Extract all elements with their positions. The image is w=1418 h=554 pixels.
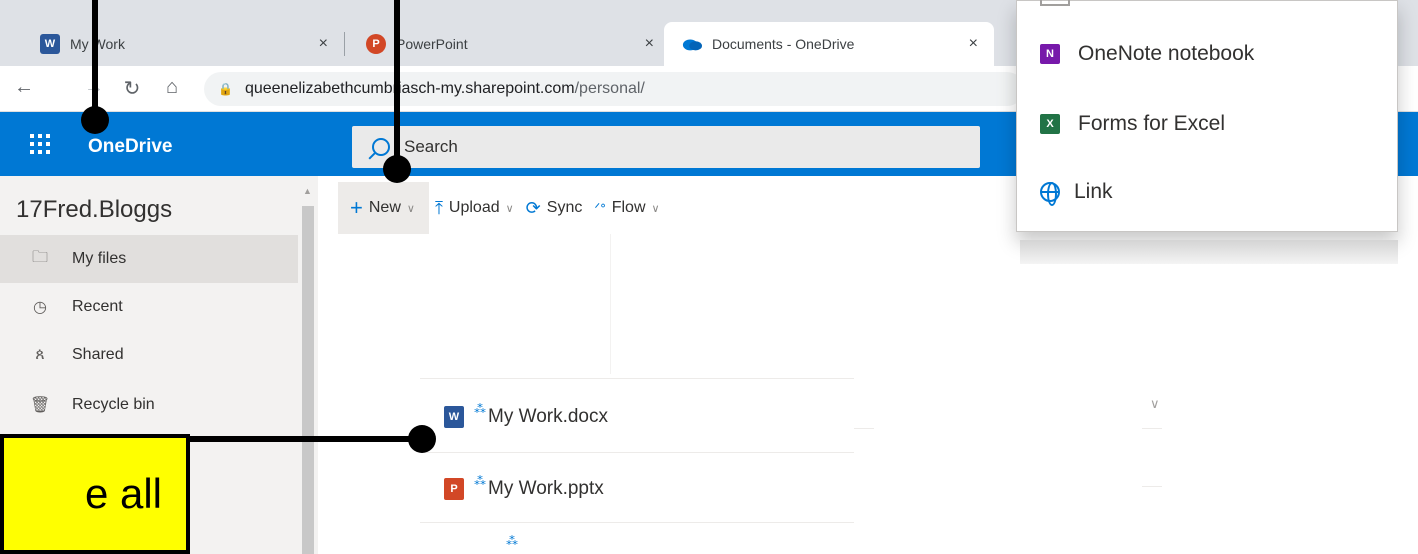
search-placeholder: Search — [404, 137, 458, 156]
tab-label: Documents - OneDrive — [712, 36, 855, 52]
sync-button[interactable]: ⟳ Sync — [520, 182, 589, 234]
new-file-spark-icon: ⁂ — [474, 402, 486, 416]
folder-icon: 🗀 — [31, 248, 48, 266]
address-bar[interactable]: 🔒 queenelizabethcumbriasch-my.sharepoint… — [204, 72, 1024, 106]
file-row-pptx[interactable]: P ⁂ My Work.pptx — [420, 458, 854, 520]
user-name: 17Fred.Bloggs — [16, 196, 173, 223]
menu-item-label: OneNote notebook — [1078, 42, 1255, 65]
search-input[interactable]: Search — [352, 126, 980, 168]
people-icon: ጰ — [35, 346, 45, 363]
url-path: /personal/ — [574, 80, 645, 97]
close-icon[interactable]: × — [645, 35, 654, 53]
nav-item-recycle-bin[interactable]: 🗑 Recycle bin — [0, 381, 298, 429]
file-row-docx[interactable]: W ⁂ My Work.docx — [420, 386, 854, 448]
lock-icon: 🔒 — [218, 82, 233, 96]
nav-scrollbar[interactable]: ▲ — [298, 176, 318, 554]
row-divider — [1142, 428, 1162, 429]
search-icon — [372, 138, 390, 156]
close-icon[interactable]: × — [969, 35, 978, 53]
nav-item-recent[interactable]: ◷ Recent — [0, 283, 298, 331]
new-label: New — [368, 199, 401, 216]
back-icon[interactable]: ← — [12, 76, 36, 99]
upload-icon: ⤒ — [434, 197, 443, 218]
app-name[interactable]: OneDrive — [88, 136, 172, 158]
annotation-callout: e all — [0, 434, 190, 554]
menu-item-partial[interactable] — [1040, 0, 1070, 6]
row-divider — [420, 452, 854, 453]
menu-shadow — [1020, 240, 1398, 264]
sync-icon: ⟳ — [525, 197, 541, 218]
app-launcher-icon[interactable] — [30, 134, 50, 154]
annotation-line — [394, 0, 400, 168]
file-name[interactable]: My Work.pptx — [488, 478, 604, 500]
divider — [610, 234, 611, 374]
nav-item-label: Recent — [72, 298, 123, 315]
scroll-up-icon[interactable]: ▲ — [303, 186, 312, 196]
clock-icon: ◷ — [33, 299, 47, 316]
nav-item-label: Recycle bin — [72, 396, 155, 413]
nav-item-my-files[interactable]: 🗀 My files — [0, 235, 298, 283]
globe-icon — [1040, 182, 1060, 206]
word-icon: W — [40, 34, 60, 54]
plus-icon: + — [350, 195, 363, 220]
annotation-line — [92, 0, 98, 120]
word-file-icon: W — [444, 406, 464, 428]
powerpoint-file-icon: P — [444, 478, 464, 500]
tab-label: PowerPoint — [396, 36, 468, 52]
nav-item-label: Shared — [72, 346, 124, 363]
chevron-down-icon: ∨ — [505, 202, 514, 215]
menu-item-forms-for-excel[interactable]: X Forms for Excel — [1040, 102, 1225, 146]
new-file-spark-icon: ⁂ — [474, 474, 486, 488]
annotation-dot — [408, 425, 436, 453]
row-divider — [1142, 486, 1162, 487]
tab-powerpoint[interactable]: P PowerPoint × — [340, 22, 670, 66]
onenote-icon: N — [1040, 44, 1060, 64]
flow-icon: ᐟᐤ — [594, 199, 606, 216]
home-icon[interactable]: ⌂ — [160, 76, 184, 99]
reload-icon[interactable]: ↻ — [120, 76, 144, 101]
annotation-dot — [383, 155, 411, 183]
row-divider — [420, 378, 854, 379]
nav-item-shared[interactable]: ጰ Shared — [0, 331, 298, 379]
annotation-dot — [81, 106, 109, 134]
flow-label: Flow — [611, 199, 646, 216]
chevron-down-icon: ∨ — [651, 202, 660, 215]
annotation-line — [182, 436, 422, 442]
recycle-bin-icon: 🗑 — [30, 397, 51, 414]
file-name[interactable]: My Work.docx — [488, 406, 608, 428]
menu-item-link[interactable]: Link — [1040, 170, 1113, 214]
menu-item-onenote-notebook[interactable]: N OneNote notebook — [1040, 32, 1254, 76]
nav-item-label: My files — [72, 250, 127, 267]
menu-item-label: Link — [1074, 180, 1113, 203]
new-file-spark-icon: ⁂ — [506, 534, 518, 548]
excel-icon: X — [1040, 114, 1060, 134]
menu-item-label: Forms for Excel — [1078, 112, 1226, 135]
flow-button[interactable]: ᐟᐤ Flow ∨ — [588, 182, 665, 234]
new-button[interactable]: + New ∨ — [338, 182, 429, 234]
chevron-down-icon[interactable]: ∨ — [1150, 396, 1160, 412]
row-divider — [854, 428, 874, 429]
row-divider — [420, 522, 854, 523]
tab-documents-onedrive[interactable]: Documents - OneDrive × — [664, 22, 994, 66]
chevron-down-icon: ∨ — [406, 202, 415, 215]
callout-text: e all — [84, 470, 162, 517]
url-host: queenelizabethcumbriasch-my.sharepoint.c… — [244, 80, 575, 97]
powerpoint-icon: P — [366, 34, 386, 54]
scrollbar-thumb[interactable] — [302, 206, 314, 554]
close-icon[interactable]: × — [319, 35, 328, 53]
upload-label: Upload — [448, 199, 500, 216]
onedrive-cloud-icon — [682, 34, 702, 54]
upload-button[interactable]: ⤒ Upload ∨ — [429, 182, 520, 234]
tab-my-work[interactable]: W My Work × — [14, 22, 344, 66]
sync-label: Sync — [546, 199, 583, 216]
